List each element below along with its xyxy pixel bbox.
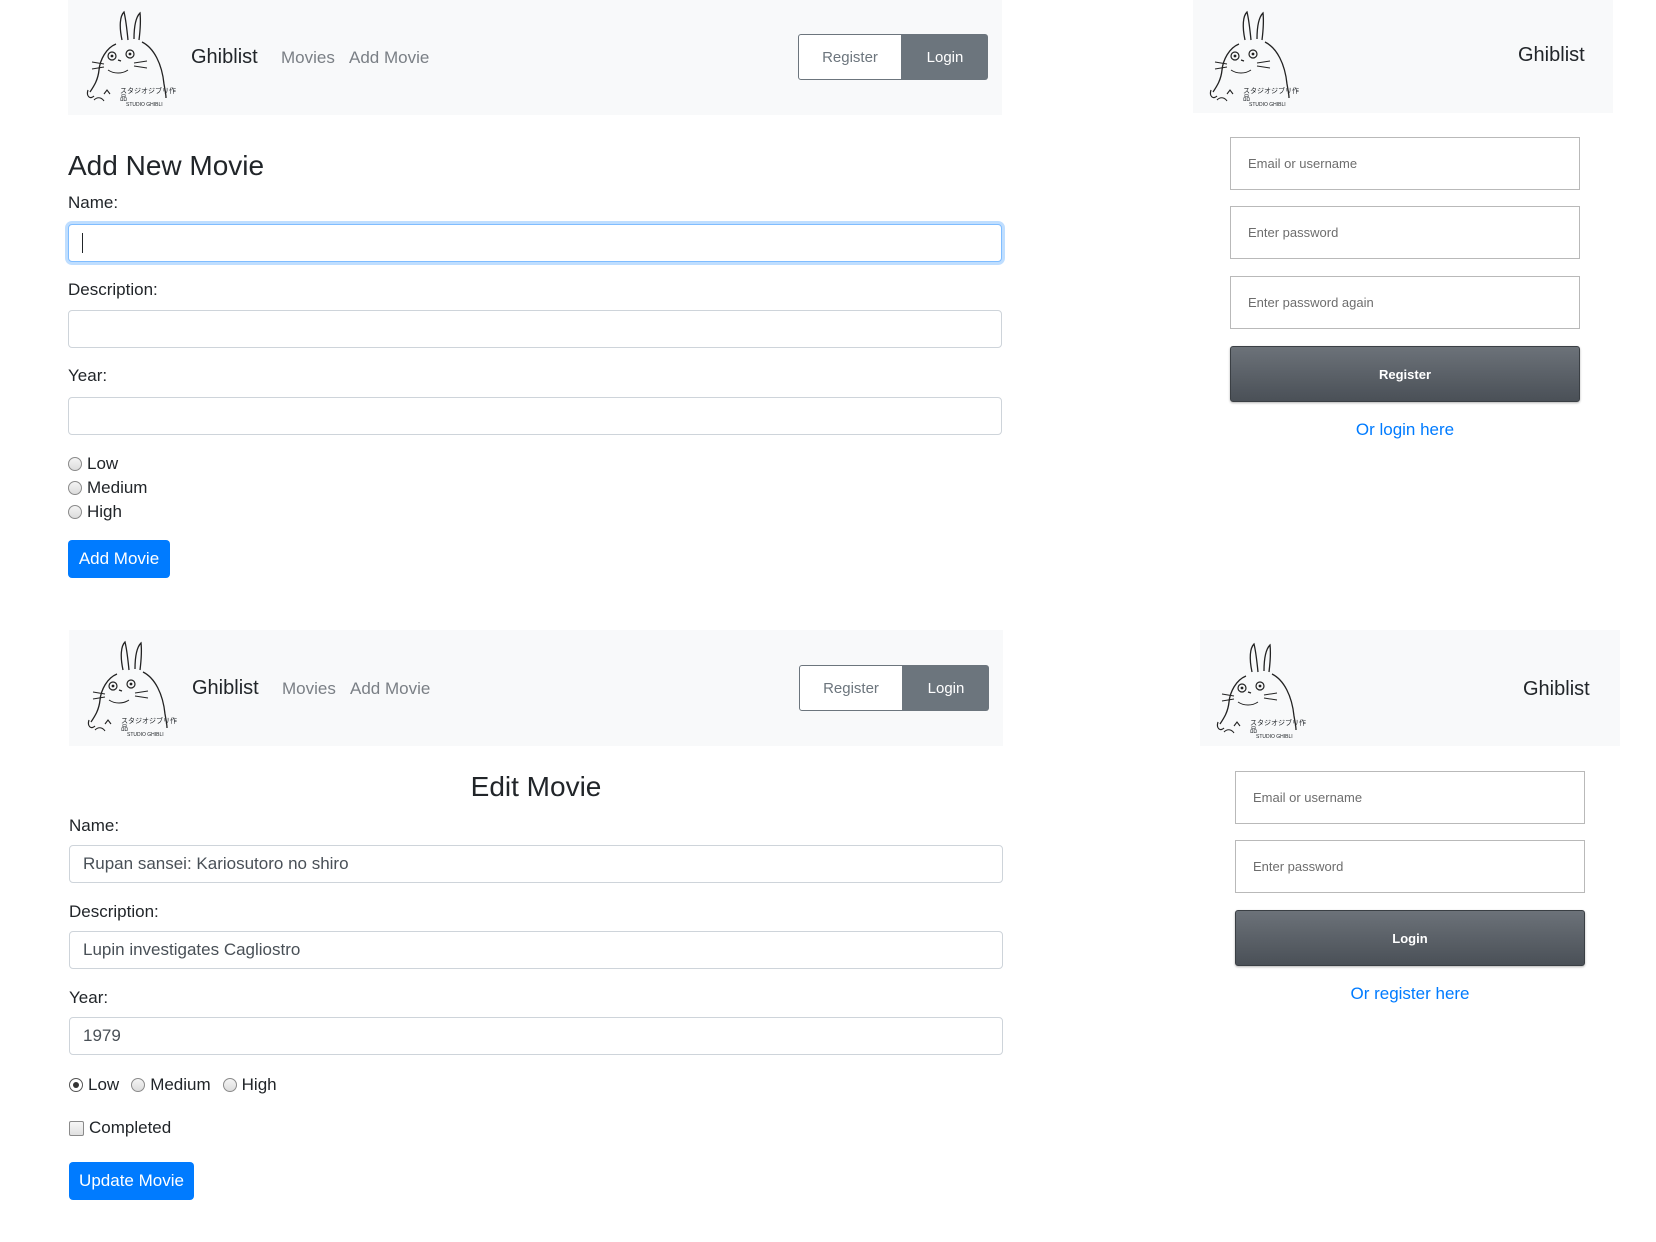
priority-high-label: High [87, 502, 122, 521]
navbar: スタジオジブリ作品 STUDIO GHIBLI Ghiblist [1193, 0, 1613, 113]
page-title: Add New Movie [68, 150, 265, 181]
logo-caption-jp: スタジオジブリ作品 [120, 88, 176, 102]
navbar: スタジオジブリ作品 STUDIO GHIBLI Ghiblist Movies … [69, 630, 1003, 746]
priority-medium-radio[interactable] [68, 481, 82, 495]
edit-movie-panel: スタジオジブリ作品 STUDIO GHIBLI Ghiblist Movies … [69, 630, 1003, 1210]
totoro-logo-icon[interactable]: スタジオジブリ作品 STUDIO GHIBLI [1205, 8, 1303, 108]
name-input[interactable] [68, 224, 1002, 262]
register-button[interactable]: Register [798, 34, 902, 80]
auth-button-group: Register Login [799, 665, 989, 711]
priority-medium-radio[interactable] [131, 1078, 146, 1092]
logo-caption-jp: スタジオジブリ作品 [1250, 720, 1306, 734]
text-caret [82, 233, 83, 253]
year-input[interactable] [68, 397, 1002, 435]
priority-high-radio[interactable] [222, 1078, 237, 1092]
email-field[interactable]: Email or username [1235, 771, 1585, 824]
logo-caption: スタジオジブリ作品 STUDIO GHIBLI [120, 88, 180, 109]
priority-high-option[interactable]: High [68, 502, 122, 522]
year-input[interactable]: 1979 [69, 1017, 1003, 1055]
nav-movies-link[interactable]: Movies [281, 48, 335, 68]
priority-low-radio[interactable] [68, 457, 82, 471]
name-label: Name: [69, 816, 120, 835]
register-button[interactable]: Register [799, 665, 903, 711]
logo-caption: スタジオジブリ作品 STUDIO GHIBLI [121, 718, 181, 739]
priority-low-label: Low [87, 454, 119, 473]
password-field[interactable]: Enter password [1230, 206, 1580, 259]
completed-label: Completed [89, 1118, 172, 1137]
priority-medium-option[interactable]: Medium [68, 478, 147, 498]
logo-caption-en: STUDIO GHIBLI [1249, 102, 1286, 108]
register-panel: スタジオジブリ作品 STUDIO GHIBLI Ghiblist Email o… [1193, 0, 1613, 460]
brand-link[interactable]: Ghiblist [191, 46, 258, 69]
priority-medium-label: Medium [87, 478, 148, 497]
page-title: Edit Movie [470, 771, 602, 802]
priority-low-label: Low [88, 1075, 120, 1094]
logo-caption-en: STUDIO GHIBLI [126, 102, 163, 108]
completed-checkbox[interactable] [69, 1120, 84, 1136]
totoro-logo-icon[interactable]: スタジオジブリ作品 STUDIO GHIBLI [83, 638, 181, 738]
priority-low-radio[interactable] [69, 1078, 83, 1092]
login-panel: スタジオジブリ作品 STUDIO GHIBLI Ghiblist Email o… [1200, 630, 1620, 1010]
login-button[interactable]: Login [902, 34, 988, 80]
auth-button-group: Register Login [798, 34, 988, 80]
priority-medium-label: Medium [150, 1075, 211, 1094]
year-label: Year: [68, 366, 108, 385]
login-submit-button[interactable]: Login [1235, 910, 1585, 966]
completed-option[interactable]: Completed [69, 1118, 171, 1138]
priority-high-radio[interactable] [68, 505, 82, 519]
logo-caption: スタジオジブリ作品 STUDIO GHIBLI [1243, 88, 1303, 109]
add-movie-panel: スタジオジブリ作品 STUDIO GHIBLI Ghiblist Movies … [68, 0, 1002, 600]
brand-link[interactable]: Ghiblist [1523, 678, 1590, 701]
priority-options: Low Medium High [69, 1075, 277, 1095]
add-movie-button[interactable]: Add Movie [68, 540, 170, 578]
logo-caption-jp: スタジオジブリ作品 [1243, 88, 1299, 102]
description-label: Description: [68, 280, 158, 299]
password-again-field[interactable]: Enter password again [1230, 276, 1580, 329]
logo-caption-en: STUDIO GHIBLI [127, 732, 164, 738]
email-field[interactable]: Email or username [1230, 137, 1580, 190]
navbar: スタジオジブリ作品 STUDIO GHIBLI Ghiblist Movies … [68, 0, 1002, 115]
brand-link[interactable]: Ghiblist [192, 677, 259, 700]
nav-movies-link[interactable]: Movies [282, 679, 336, 699]
nav-add-movie-link[interactable]: Add Movie [349, 48, 429, 68]
totoro-logo-icon[interactable]: スタジオジブリ作品 STUDIO GHIBLI [82, 8, 180, 108]
login-link[interactable]: Or login here [1230, 420, 1580, 440]
priority-low-option[interactable]: Low [68, 454, 118, 474]
totoro-logo-icon[interactable]: スタジオジブリ作品 STUDIO GHIBLI [1212, 640, 1310, 740]
description-input[interactable]: Lupin investigates Cagliostro [69, 931, 1003, 969]
name-input[interactable]: Rupan sansei: Kariosutoro no shiro [69, 845, 1003, 883]
logo-caption-en: STUDIO GHIBLI [1256, 734, 1293, 740]
password-field[interactable]: Enter password [1235, 840, 1585, 893]
register-link[interactable]: Or register here [1235, 984, 1585, 1004]
register-submit-button[interactable]: Register [1230, 346, 1580, 402]
year-label: Year: [69, 988, 109, 1007]
logo-caption: スタジオジブリ作品 STUDIO GHIBLI [1250, 720, 1310, 741]
description-input[interactable] [68, 310, 1002, 348]
priority-high-label: High [241, 1075, 277, 1094]
name-label: Name: [68, 193, 119, 212]
navbar: スタジオジブリ作品 STUDIO GHIBLI Ghiblist [1200, 630, 1620, 746]
logo-caption-jp: スタジオジブリ作品 [121, 718, 177, 732]
update-movie-button[interactable]: Update Movie [69, 1162, 194, 1200]
login-button[interactable]: Login [903, 665, 989, 711]
brand-link[interactable]: Ghiblist [1518, 44, 1585, 67]
nav-add-movie-link[interactable]: Add Movie [350, 679, 430, 699]
description-label: Description: [69, 902, 159, 921]
